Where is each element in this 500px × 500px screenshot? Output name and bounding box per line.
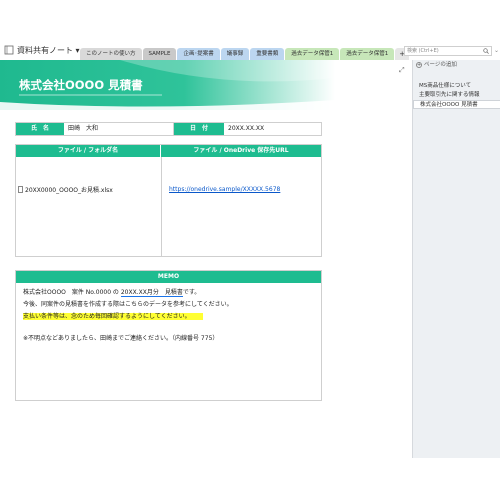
notebook-title: 資料共有ノート ▾ xyxy=(17,45,80,55)
tab-section[interactable]: 過去データ保管1 xyxy=(340,48,395,60)
file-attachment[interactable]: 20XX0000_OOOO_お見積.xlsx xyxy=(18,185,113,194)
memo-box: MEMO 株式会社OOOO 案件 No.0000 の 20XX.XX月分 見積書… xyxy=(15,270,322,401)
search-input[interactable]: 検索 (Ctrl+E) xyxy=(404,46,492,56)
page-list: MS商品仕様について 主要取引先に関する情報 株式会社OOOO 見積書 xyxy=(413,82,500,109)
title-banner: 株式会社OOOO 見積書 xyxy=(0,60,335,110)
tab-section[interactable]: 議事録 xyxy=(220,48,250,60)
date-label: 日 付 xyxy=(174,123,224,135)
tab-section[interactable]: このノートの使い方 xyxy=(80,48,142,60)
search-placeholder: 検索 (Ctrl+E) xyxy=(407,48,439,54)
page-list-item[interactable]: 主要取引先に関する情報 xyxy=(413,91,500,100)
search-icon[interactable] xyxy=(483,48,489,54)
files-table: ファイル / フォルダ名 ファイル / OneDrive 保存先URL 20XX… xyxy=(15,144,322,257)
add-icon: + xyxy=(416,62,422,68)
notebook-selector[interactable]: 資料共有ノート ▾ xyxy=(4,43,80,57)
memo-header: MEMO xyxy=(16,271,321,283)
file-header-left: ファイル / フォルダ名 xyxy=(16,145,161,157)
name-value[interactable]: 田崎 大和 xyxy=(64,123,174,135)
memo-line-1a: 株式会社OOOO 案件 No.0000 の xyxy=(23,289,121,296)
memo-line-1b: 20XX.XX月分 見積書 xyxy=(120,289,183,297)
section-tabs: このノートの使い方 SAMPLE 企画･提案書 議事録 重要書類 過去データ保管1 過去デー… xyxy=(80,48,410,60)
add-page-label: ページの追加 xyxy=(424,62,457,68)
memo-line-2[interactable]: 今後、同案件の見積書を作成する際はこちらのデータを参考にしてください。 xyxy=(23,299,233,308)
file-icon xyxy=(18,186,23,193)
notebook-icon xyxy=(4,45,14,55)
memo-line-1[interactable]: 株式会社OOOO 案件 No.0000 の 20XX.XX月分 見積書です。 xyxy=(23,287,201,297)
page-title[interactable]: 株式会社OOOO 見積書 xyxy=(19,77,143,93)
column-divider xyxy=(161,157,162,256)
page-list-item[interactable]: 株式会社OOOO 見積書 xyxy=(413,100,500,109)
chevron-down-icon[interactable]: ⌄ xyxy=(494,47,499,54)
info-table: 氏 名 田崎 大和 日 付 20XX.XX.XX xyxy=(15,122,322,136)
tab-section[interactable]: 企画･提案書 xyxy=(177,48,220,60)
page-list-item[interactable]: MS商品仕様について xyxy=(413,82,500,91)
memo-line-3[interactable]: 支払い条件等は、念のため毎回確認するようにしてください。 xyxy=(23,311,203,320)
tab-section[interactable]: 過去データ保管1 xyxy=(285,48,340,60)
page-list-pane: + ページの追加 MS商品仕様について 主要取引先に関する情報 株式会社OOOO 見… xyxy=(412,60,500,458)
expand-icon[interactable]: ⤢ xyxy=(399,66,405,75)
memo-line-4[interactable]: ※不明点などありましたら、田崎までご連絡ください。（内線番号 775） xyxy=(23,333,218,342)
onedrive-link[interactable]: https://onedrive.sample/XXXXX.5678 xyxy=(169,186,280,193)
onenote-window: 資料共有ノート ▾ このノートの使い方 SAMPLE 企画･提案書 議事録 重要書類 過去… xyxy=(0,0,500,500)
page-canvas: 株式会社OOOO 見積書 ⤢ 氏 名 田崎 大和 日 付 20XX.XX.XX … xyxy=(0,60,412,500)
tab-section[interactable]: SAMPLE xyxy=(142,48,177,60)
highlighted-text: 支払い条件等は、念のため毎回確認するようにしてください。 xyxy=(23,313,203,320)
file-header-right: ファイル / OneDrive 保存先URL xyxy=(161,145,321,157)
add-page-button[interactable]: + ページの追加 xyxy=(413,60,500,70)
name-label: 氏 名 xyxy=(16,123,64,135)
file-name: 20XX0000_OOOO_お見積.xlsx xyxy=(25,187,113,194)
date-value[interactable]: 20XX.XX.XX xyxy=(224,123,321,135)
tab-section[interactable]: 重要書類 xyxy=(250,48,285,60)
memo-line-1c: です。 xyxy=(182,289,201,296)
